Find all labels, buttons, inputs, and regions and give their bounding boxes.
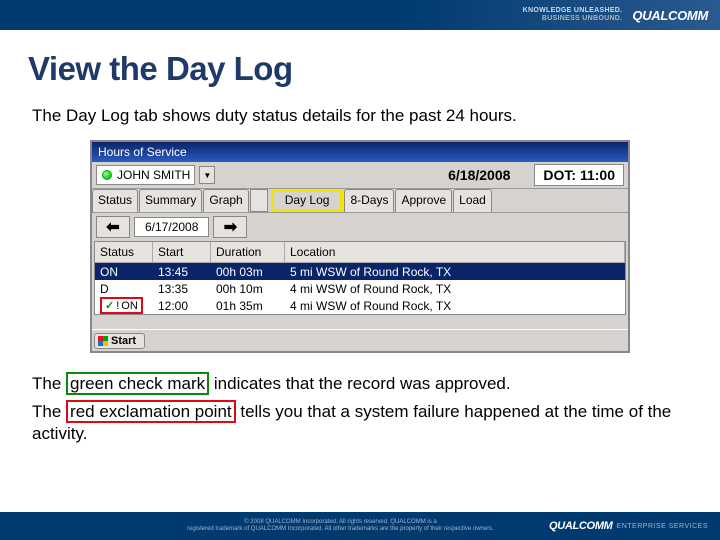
hos-app-window: Hours of Service JOHN SMITH ▼ 6/18/2008 … (90, 140, 630, 353)
tab-day-log[interactable]: Day Log (271, 189, 344, 212)
prev-day-button[interactable]: ⬅ (96, 216, 130, 238)
th-start: Start (153, 242, 211, 263)
table-row[interactable]: ON 13:45 00h 03m 5 mi WSW of Round Rock,… (95, 263, 625, 280)
approved-marker: ✓! ON (100, 297, 143, 314)
note2-pre: The (32, 402, 66, 421)
cell-duration: 01h 35m (211, 299, 285, 313)
day-log-table: Status Start Duration Location ON 13:45 … (94, 241, 626, 315)
tab-8days[interactable]: 8-Days (344, 189, 394, 212)
green-highlight: green check mark (66, 372, 209, 395)
cell-duration: 00h 03m (211, 265, 285, 279)
tab-approve[interactable]: Approve (395, 189, 452, 212)
copyright-1: © 2008 QUALCOMM Incorporated. All rights… (244, 519, 437, 525)
nav-date: 6/17/2008 (134, 217, 209, 237)
current-date: 6/18/2008 (448, 167, 510, 183)
window-title: Hours of Service (92, 142, 628, 162)
tab-strip: Status Summary Graph Day Log 8-Days Appr… (92, 188, 628, 213)
slide-header: KNOWLEDGE UNLEASHED. BUSINESS UNBOUND. Q… (0, 0, 720, 30)
header-tagline: KNOWLEDGE UNLEASHED. BUSINESS UNBOUND. (523, 7, 623, 24)
red-highlight: red exclamation point (66, 400, 236, 423)
note1-post: indicates that the record was approved. (209, 374, 510, 393)
driver-dropdown-button[interactable]: ▼ (199, 166, 215, 184)
tagline-1: KNOWLEDGE UNLEASHED. (523, 7, 623, 14)
cell-status: ✓! ON (95, 297, 153, 314)
status-dot-icon (102, 170, 112, 180)
th-status: Status (95, 242, 153, 263)
cell-status-text: ON (121, 300, 138, 312)
page-lead: The Day Log tab shows duty status detail… (28, 106, 692, 126)
footer-logo: QUALCOMM (549, 520, 613, 532)
footer-brand: QUALCOMM ENTERPRISE SERVICES (549, 520, 708, 532)
dot-clock: DOT: 11:00 (534, 164, 624, 186)
cell-start: 12:00 (153, 299, 211, 313)
check-icon: ✓ (105, 299, 114, 312)
cell-location: 4 mi WSW of Round Rock, TX (285, 282, 625, 296)
footer-services: ENTERPRISE SERVICES (617, 523, 708, 530)
taskbar: Start (92, 329, 628, 351)
table-header: Status Start Duration Location (95, 242, 625, 263)
chevron-down-icon: ▼ (203, 171, 211, 180)
brand-logo: QUALCOMM (632, 9, 708, 22)
note-red: The red exclamation point tells you that… (28, 395, 692, 445)
tab-summary[interactable]: Summary (139, 189, 202, 212)
next-day-button[interactable]: ➡ (213, 216, 247, 238)
driver-name: JOHN SMITH (117, 168, 194, 182)
cell-location: 5 mi WSW of Round Rock, TX (285, 265, 625, 279)
copyright-2: registered trademark of QUALCOMM Incorpo… (187, 526, 494, 532)
slide-footer: © 2008 QUALCOMM Incorporated. All rights… (0, 512, 720, 540)
cell-location: 4 mi WSW of Round Rock, TX (285, 299, 625, 313)
cell-start: 13:45 (153, 265, 211, 279)
date-nav-row: ⬅ 6/17/2008 ➡ (92, 213, 628, 241)
cell-duration: 00h 10m (211, 282, 285, 296)
table-row[interactable]: ✓! ON 12:00 01h 35m 4 mi WSW of Round Ro… (95, 297, 625, 314)
start-label: Start (111, 335, 136, 347)
start-button[interactable]: Start (94, 333, 145, 349)
driver-select[interactable]: JOHN SMITH (96, 165, 195, 185)
tab-spacer (250, 189, 268, 212)
tab-load[interactable]: Load (453, 189, 492, 212)
windows-flag-icon (98, 336, 108, 346)
page-title: View the Day Log (28, 50, 692, 88)
tab-status[interactable]: Status (92, 189, 138, 212)
brand-name: QUALCOMM (632, 9, 708, 22)
cell-start: 13:35 (153, 282, 211, 296)
arrow-right-icon: ➡ (224, 217, 237, 237)
cell-status: ON (95, 265, 153, 279)
arrow-left-icon: ⬅ (106, 217, 119, 237)
copyright: © 2008 QUALCOMM Incorporated. All rights… (132, 519, 549, 533)
note1-pre: The (32, 374, 66, 393)
th-duration: Duration (211, 242, 285, 263)
th-location: Location (285, 242, 625, 263)
tagline-2: BUSINESS UNBOUND. (542, 15, 623, 22)
driver-row: JOHN SMITH ▼ 6/18/2008 DOT: 11:00 (92, 162, 628, 188)
note-green: The green check mark indicates that the … (28, 367, 692, 395)
table-row[interactable]: D 13:35 00h 10m 4 mi WSW of Round Rock, … (95, 280, 625, 297)
tab-graph[interactable]: Graph (203, 189, 248, 212)
cell-status: D (95, 282, 153, 296)
